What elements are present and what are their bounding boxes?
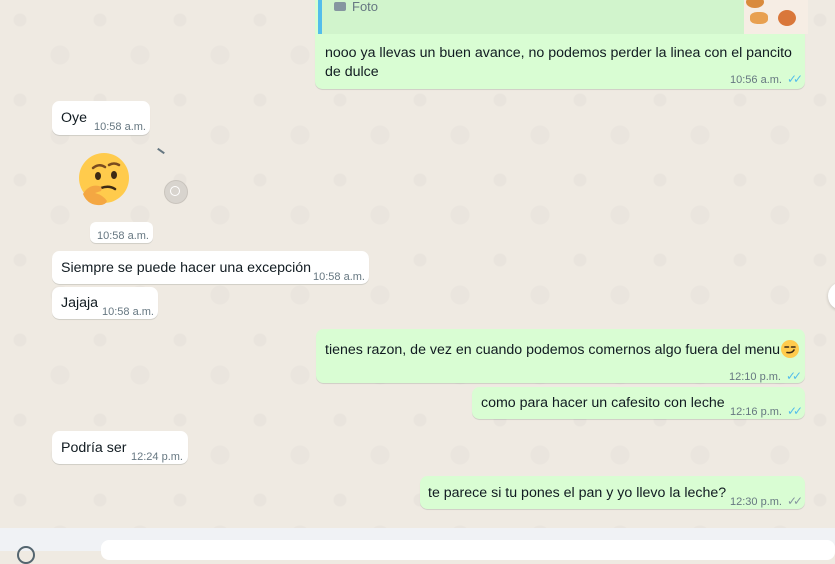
- delivered-ticks-icon: ✓✓: [786, 494, 803, 508]
- message-in-podria[interactable]: Podría ser 12:24 p.m.: [52, 431, 188, 464]
- sticker-bread-icon: [746, 0, 764, 8]
- message-time: 12:10 p.m.: [729, 371, 781, 383]
- message-time: 10:56 a.m.: [730, 74, 782, 86]
- message-time: 12:30 p.m.: [730, 496, 782, 508]
- emoji-time-pill: 10:58 a.m.: [90, 222, 153, 243]
- message-text-content: tienes razon, de vez en cuando podemos c…: [325, 342, 781, 358]
- message-text: tienes razon, de vez en cuando podemos c…: [325, 339, 800, 360]
- message-time: 10:58 a.m.: [94, 121, 146, 133]
- read-ticks-icon: ✓✓: [786, 72, 803, 86]
- photo-thumbnail: [744, 0, 808, 34]
- camera-icon: [334, 2, 346, 11]
- message-time: 10:58 a.m.: [97, 230, 149, 242]
- message-in-jajaja[interactable]: Jajaja 10:58 a.m.: [52, 287, 158, 319]
- emoji-icon[interactable]: [17, 546, 35, 564]
- sticker-bread-icon: [750, 12, 768, 24]
- message-meta: 12:10 p.m. ✓✓: [729, 367, 802, 387]
- message-time: 12:24 p.m.: [131, 451, 183, 463]
- message-out-cafesito[interactable]: como para hacer un cafesito con leche 12…: [472, 387, 805, 419]
- message-time: 12:16 p.m.: [730, 406, 782, 418]
- message-text: Jajaja: [61, 295, 99, 311]
- message-text: nooo ya llevas un buen avance, no podemo…: [325, 45, 792, 80]
- quoted-label: Foto: [352, 0, 379, 14]
- message-text: te parece si tu pones el pan y yo llevo …: [428, 485, 727, 501]
- message-text: Siempre se puede hacer una excepción: [61, 260, 312, 276]
- react-emoji-button[interactable]: [164, 180, 188, 204]
- message-meta: 12:30 p.m. ✓✓: [730, 492, 803, 512]
- message-text: como para hacer un cafesito con leche: [481, 395, 725, 411]
- message-meta: 10:56 a.m. ✓✓: [730, 72, 803, 86]
- message-out-razon[interactable]: tienes razon, de vez en cuando podemos c…: [316, 329, 805, 383]
- message-time: 10:58 a.m.: [313, 271, 365, 283]
- smirking-face-emoji: [781, 340, 800, 358]
- smiley-icon: [170, 186, 180, 196]
- read-ticks-icon: ✓✓: [785, 369, 802, 383]
- message-text: Podría ser: [61, 440, 127, 456]
- thinking-face-emoji[interactable]: [75, 150, 133, 208]
- message-input[interactable]: [101, 540, 835, 560]
- message-in-oye[interactable]: Oye 10:58 a.m.: [52, 101, 150, 135]
- message-time: 10:58 a.m.: [102, 306, 154, 318]
- message-out-pan[interactable]: te parece si tu pones el pan y yo llevo …: [420, 476, 805, 509]
- read-ticks-icon: ✓✓: [786, 404, 803, 418]
- sticker-bread-icon: [778, 10, 796, 26]
- message-text: Oye: [61, 110, 88, 126]
- message-meta: 12:16 p.m. ✓✓: [730, 402, 803, 422]
- message-in-excepcion[interactable]: Siempre se puede hacer una excepción 10:…: [52, 251, 369, 284]
- quoted-photo-reply[interactable]: Foto: [318, 0, 808, 34]
